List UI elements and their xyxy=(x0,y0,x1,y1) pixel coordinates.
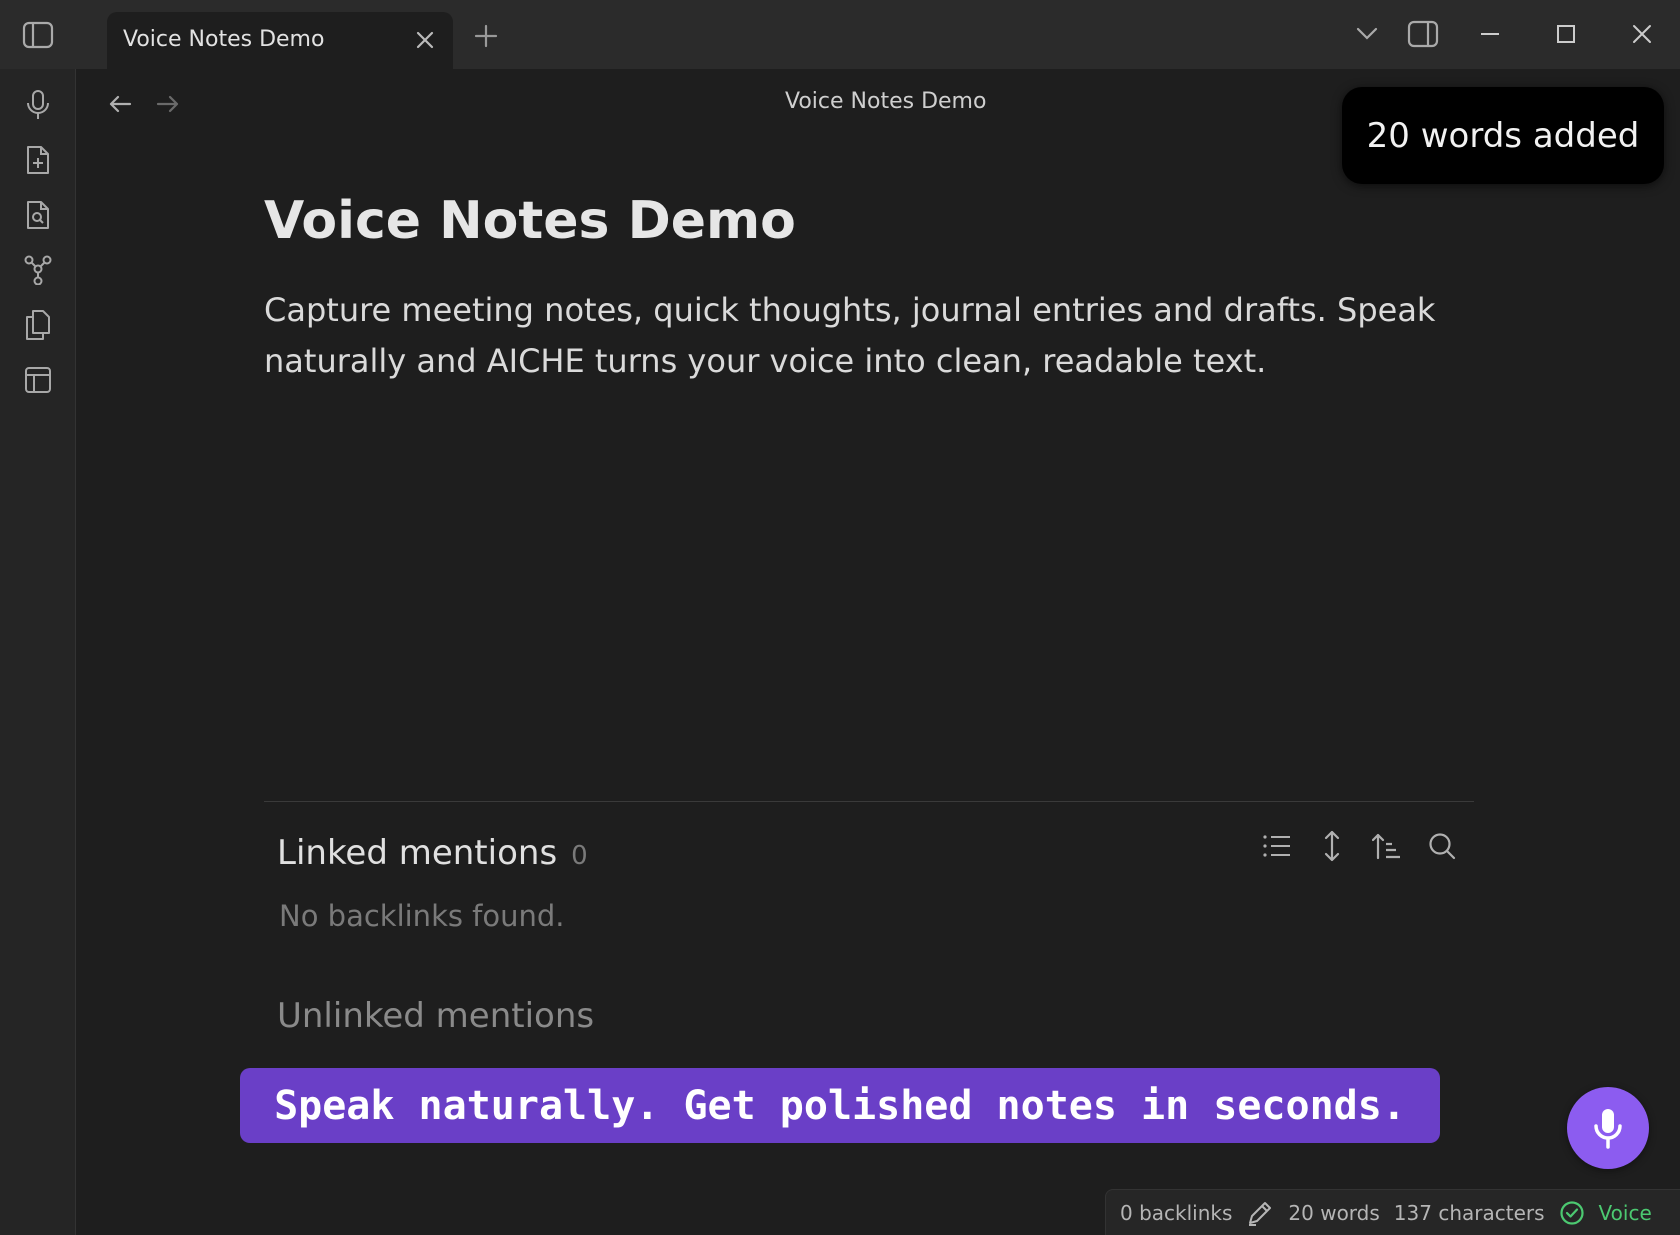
graph-icon[interactable] xyxy=(18,250,58,290)
edit-mode-icon[interactable] xyxy=(1246,1199,1274,1227)
close-tab-icon[interactable] xyxy=(411,26,439,54)
left-ribbon xyxy=(0,69,76,1235)
character-count: 137 characters xyxy=(1393,1200,1545,1225)
linked-mentions-toolbar xyxy=(1257,826,1462,866)
promo-banner: Speak naturally. Get polished notes in s… xyxy=(240,1068,1440,1143)
search-icon[interactable] xyxy=(1422,826,1462,866)
note-view: Voice Notes Demo 20 words added Voice No… xyxy=(77,69,1680,1235)
sort-icon[interactable] xyxy=(1367,826,1407,866)
chevron-down-icon[interactable] xyxy=(1345,14,1389,54)
maximize-icon[interactable] xyxy=(1544,14,1588,54)
view-header-title[interactable]: Voice Notes Demo xyxy=(785,89,1125,114)
backlinks-divider xyxy=(264,801,1474,802)
layout-icon[interactable] xyxy=(18,360,58,400)
title-bar: Voice Notes Demo xyxy=(0,0,1680,69)
unlinked-mentions-header[interactable]: Unlinked mentions xyxy=(277,996,594,1036)
backlinks-count[interactable]: 0 backlinks xyxy=(1120,1201,1232,1225)
tab-title: Voice Notes Demo xyxy=(123,27,325,52)
right-sidebar-toggle-icon[interactable] xyxy=(1401,14,1445,54)
new-note-icon[interactable] xyxy=(18,140,58,180)
back-arrow-icon[interactable] xyxy=(103,87,137,121)
close-window-icon[interactable] xyxy=(1620,14,1664,54)
search-note-icon[interactable] xyxy=(18,195,58,235)
linked-mentions-count: 0 xyxy=(571,841,588,871)
sidebar-toggle-icon[interactable] xyxy=(18,18,58,52)
record-voice-button[interactable] xyxy=(1567,1087,1649,1169)
word-count: 20 words xyxy=(1288,1200,1380,1225)
note-title[interactable]: Voice Notes Demo xyxy=(264,191,796,251)
list-icon[interactable] xyxy=(1257,826,1297,866)
voice-status[interactable]: Voice xyxy=(1599,1201,1652,1225)
forward-arrow-icon[interactable] xyxy=(151,87,185,121)
microphone-icon xyxy=(1594,1109,1622,1149)
new-tab-icon[interactable] xyxy=(470,20,502,52)
minimize-icon[interactable] xyxy=(1468,14,1512,54)
words-added-notification: 20 words added xyxy=(1342,87,1664,184)
linked-mentions-header[interactable]: Linked mentions 0 xyxy=(277,833,588,873)
note-body[interactable]: Capture meeting notes, quick thoughts, j… xyxy=(264,285,1494,387)
microphone-icon[interactable] xyxy=(18,85,58,125)
tab-voice-notes-demo[interactable]: Voice Notes Demo xyxy=(107,12,453,69)
sync-check-icon[interactable] xyxy=(1559,1200,1585,1226)
status-bar: 0 backlinks 20 words 137 characters Voic… xyxy=(1105,1189,1680,1235)
copy-icon[interactable] xyxy=(18,305,58,345)
no-backlinks-message: No backlinks found. xyxy=(279,899,565,933)
linked-mentions-label: Linked mentions xyxy=(277,833,558,873)
expand-icon[interactable] xyxy=(1312,826,1352,866)
